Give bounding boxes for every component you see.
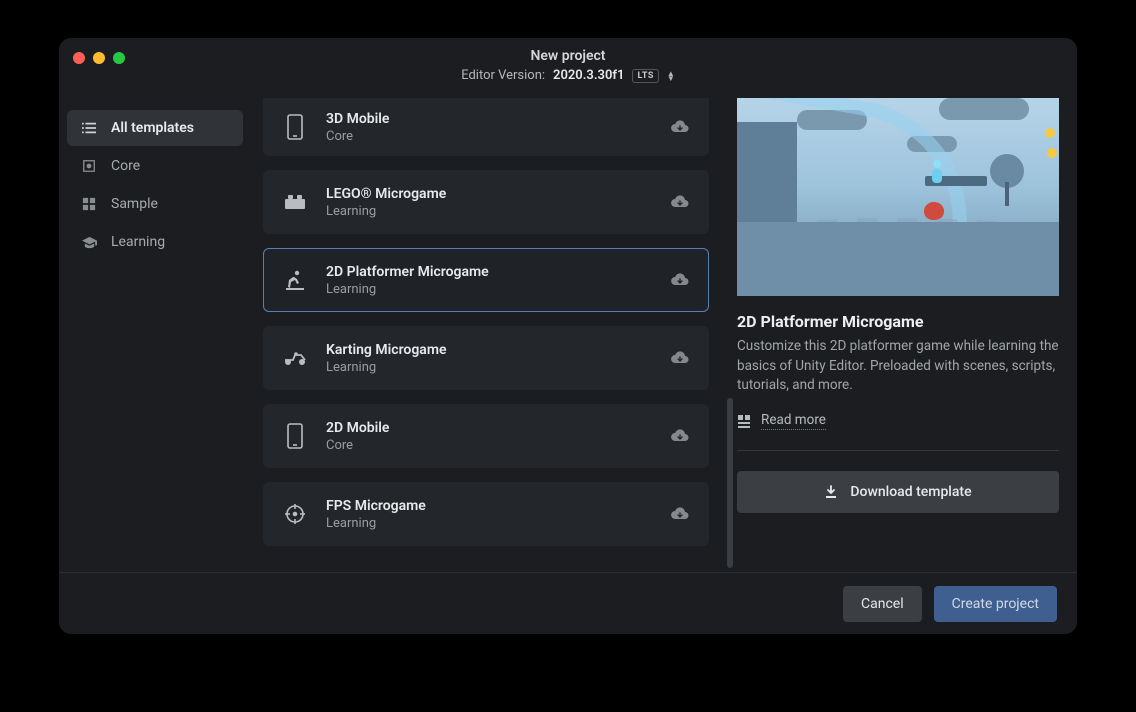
scrollbar[interactable] — [727, 398, 733, 568]
template-name: 2D Mobile — [326, 420, 652, 436]
crosshair-icon — [282, 501, 308, 527]
divider — [737, 450, 1059, 451]
template-category: Learning — [326, 360, 652, 375]
template-list: 3D Mobile Core LEGO® Microgame Learning — [263, 98, 725, 572]
template-name: Karting Microgame — [326, 342, 652, 358]
template-preview-image — [737, 98, 1059, 296]
cube-icon — [81, 158, 97, 174]
titlebar: New project Editor Version: 2020.3.30f1 … — [59, 38, 1077, 98]
editor-version-value[interactable]: 2020.3.30f1 — [553, 68, 624, 83]
cloud-download-icon — [670, 194, 690, 210]
runner-icon — [282, 267, 308, 293]
mobile-icon — [282, 114, 308, 140]
details-panel: 2D Platformer Microgame Customize this 2… — [737, 98, 1077, 572]
sidebar-item-label: Sample — [111, 196, 158, 212]
article-icon — [737, 414, 751, 428]
sidebar: All templates Core Sample Learning — [59, 98, 251, 572]
grid-icon — [81, 196, 97, 212]
sidebar-item-label: Core — [111, 158, 140, 174]
details-title: 2D Platformer Microgame — [737, 312, 1059, 331]
brick-icon — [282, 189, 308, 215]
template-card-3d-mobile[interactable]: 3D Mobile Core — [263, 98, 709, 156]
version-selector-icon[interactable]: ▲▼ — [667, 71, 675, 81]
read-more-label: Read more — [761, 412, 826, 430]
template-card-2d-mobile[interactable]: 2D Mobile Core — [263, 404, 709, 468]
maximize-window-button[interactable] — [113, 52, 125, 64]
template-name: 3D Mobile — [326, 111, 652, 127]
create-project-button[interactable]: Create project — [934, 586, 1057, 622]
template-name: LEGO® Microgame — [326, 186, 652, 202]
template-card-fps[interactable]: FPS Microgame Learning — [263, 482, 709, 546]
sidebar-item-label: Learning — [111, 234, 165, 250]
sidebar-item-core[interactable]: Core — [67, 148, 243, 184]
template-category: Learning — [326, 204, 652, 219]
sidebar-item-learning[interactable]: Learning — [67, 224, 243, 260]
graduation-cap-icon — [81, 234, 97, 250]
sidebar-item-all-templates[interactable]: All templates — [67, 110, 243, 146]
sidebar-item-label: All templates — [111, 120, 194, 136]
template-card-2d-platformer[interactable]: 2D Platformer Microgame Learning — [263, 248, 709, 312]
template-category: Core — [326, 438, 652, 453]
download-template-button[interactable]: Download template — [737, 471, 1059, 513]
footer: Cancel Create project — [59, 572, 1077, 634]
window-controls — [73, 52, 125, 64]
cloud-download-icon — [670, 350, 690, 366]
cloud-download-icon — [670, 428, 690, 444]
download-icon — [824, 485, 838, 499]
cloud-download-icon — [670, 272, 690, 288]
template-category: Learning — [326, 282, 652, 297]
template-card-lego[interactable]: LEGO® Microgame Learning — [263, 170, 709, 234]
new-project-window: New project Editor Version: 2020.3.30f1 … — [59, 38, 1077, 634]
sidebar-item-sample[interactable]: Sample — [67, 186, 243, 222]
template-list-panel: 3D Mobile Core LEGO® Microgame Learning — [251, 98, 737, 572]
details-description: Customize this 2D platformer game while … — [737, 337, 1059, 396]
template-category: Learning — [326, 516, 652, 531]
window-title: New project — [530, 48, 605, 64]
editor-version-label: Editor Version: — [461, 68, 545, 83]
lts-badge: LTS — [632, 69, 658, 83]
kart-icon — [282, 345, 308, 371]
cloud-download-icon — [670, 119, 690, 135]
editor-version-row: Editor Version: 2020.3.30f1 LTS ▲▼ — [461, 68, 675, 83]
template-name: FPS Microgame — [326, 498, 652, 514]
cancel-button[interactable]: Cancel — [843, 586, 922, 622]
list-icon — [81, 120, 97, 136]
template-category: Core — [326, 129, 652, 144]
cloud-download-icon — [670, 506, 690, 522]
template-name: 2D Platformer Microgame — [326, 264, 652, 280]
body: All templates Core Sample Learning — [59, 98, 1077, 572]
minimize-window-button[interactable] — [93, 52, 105, 64]
close-window-button[interactable] — [73, 52, 85, 64]
download-label: Download template — [850, 484, 971, 500]
template-card-karting[interactable]: Karting Microgame Learning — [263, 326, 709, 390]
read-more-link[interactable]: Read more — [737, 412, 1059, 430]
mobile-icon — [282, 423, 308, 449]
